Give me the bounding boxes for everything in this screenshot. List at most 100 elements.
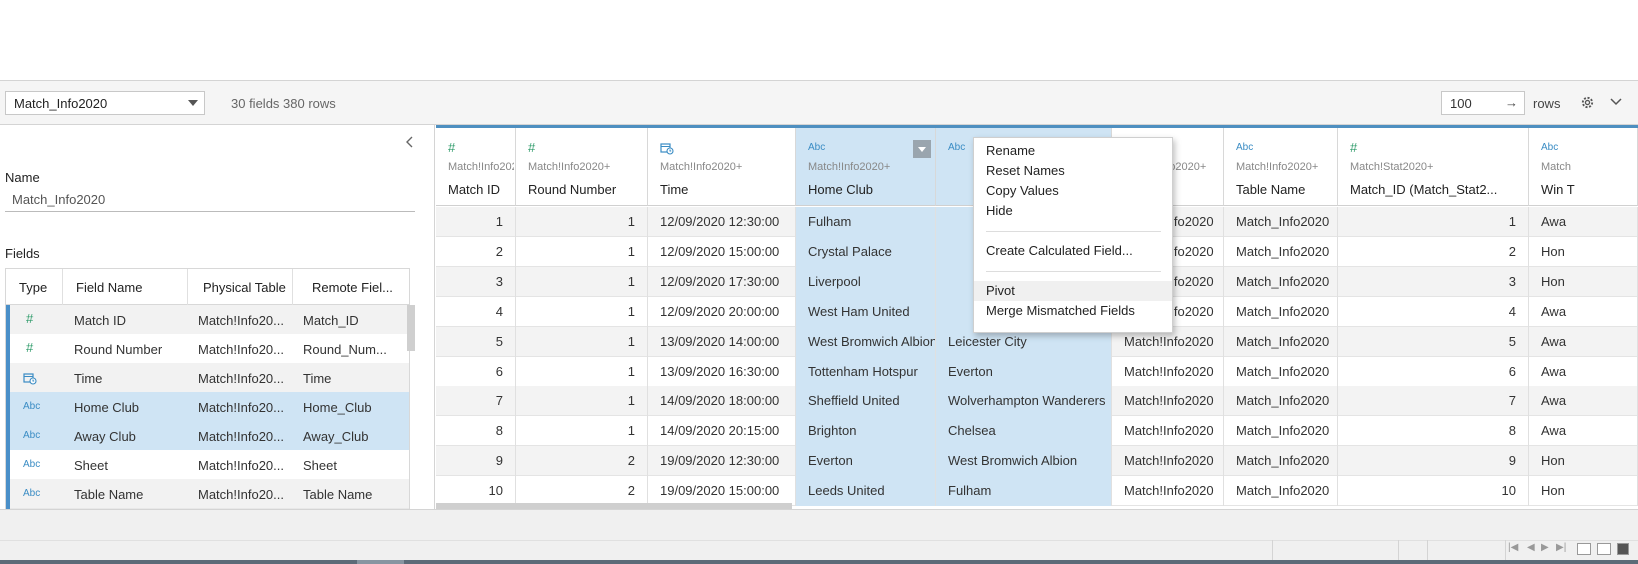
- status-area: [0, 509, 1638, 540]
- field-row[interactable]: # Round Number Match!Info20... Round_Num...: [6, 334, 409, 364]
- table-cell: 12/09/2020 20:00:00: [648, 296, 796, 327]
- field-row[interactable]: Abc Away Club Match!Info20... Away_Club: [6, 421, 409, 451]
- physical-table: Match!Info20...: [198, 342, 284, 357]
- fields-rows-summary: 30 fields 380 rows: [231, 96, 336, 111]
- table-cell: 14/09/2020 18:00:00: [648, 386, 796, 417]
- fields-table: Type Field Name Physical Table Remote Fi…: [5, 268, 410, 509]
- last-page-icon[interactable]: ▶|: [1556, 542, 1566, 553]
- status-divider: [1505, 540, 1506, 560]
- arrow-right-icon[interactable]: →: [1505, 95, 1518, 110]
- scrollbar-thumb[interactable]: [407, 305, 415, 351]
- table-cell: Hon: [1529, 476, 1638, 507]
- column-source: Match!Info2020+: [1236, 161, 1319, 173]
- column-header[interactable]: # Match!Stat2020+ Match_ID (Match_Stat2...: [1338, 128, 1529, 206]
- chevron-left-icon[interactable]: [406, 135, 414, 151]
- column-menu-button[interactable]: [913, 140, 931, 158]
- table-cell: Crystal Palace: [796, 236, 936, 267]
- menu-item-pivot[interactable]: Pivot: [974, 281, 1172, 301]
- table-cell: West Ham United: [796, 296, 936, 327]
- column-name: Table Name: [1236, 182, 1306, 197]
- table-cell: 19/09/2020 12:30:00: [648, 446, 796, 477]
- field-name: Home Club: [74, 400, 140, 415]
- physical-table: Match!Info20...: [198, 458, 284, 473]
- column-header[interactable]: # Match!Info202... Match ID: [436, 128, 516, 206]
- table-select-value: Match_Info2020: [14, 95, 108, 111]
- name-field[interactable]: Match_Info2020: [5, 188, 415, 212]
- table-row[interactable]: 7 1 14/09/2020 18:00:00 Sheffield United Wol…: [436, 386, 1638, 417]
- column-header-type[interactable]: Type: [19, 280, 47, 295]
- table-cell: Match_Info2020: [1224, 266, 1338, 297]
- table-cell: Fulham: [796, 207, 936, 237]
- table-cell: 1: [516, 296, 648, 327]
- column-name: Match_ID (Match_Stat2...: [1350, 182, 1498, 197]
- prev-page-icon[interactable]: ◀: [1527, 542, 1535, 553]
- table-cell: Match_Info2020: [1224, 476, 1338, 507]
- table-select[interactable]: Match_Info2020: [5, 91, 205, 115]
- menu-item-copy-values[interactable]: Copy Values: [974, 181, 1172, 201]
- column-name: Win T: [1541, 182, 1575, 197]
- field-row[interactable]: Abc Home Club Match!Info20... Home_Club: [6, 392, 409, 422]
- string-type-icon: Abc: [23, 459, 41, 470]
- list-view-icon[interactable]: [1597, 543, 1611, 555]
- string-type-icon: Abc: [23, 401, 41, 412]
- status-divider: [1427, 540, 1428, 560]
- field-row[interactable]: Abc Sheet Match!Info20... Sheet: [6, 450, 409, 480]
- rows-label: rows: [1533, 96, 1561, 111]
- table-cell: Match!Info2020: [1112, 356, 1224, 387]
- field-row[interactable]: # Match ID Match!Info20... Match_ID: [6, 305, 409, 335]
- table-cell: 2: [516, 476, 648, 507]
- table-cell: 1: [516, 416, 648, 447]
- data-source-page: Match_Info2020 30 fields 380 rows 100 → …: [0, 0, 1638, 564]
- table-cell: Chelsea: [936, 416, 1112, 447]
- sheet-view-icon[interactable]: [1617, 543, 1629, 555]
- column-header[interactable]: Match!Info2020+ Time: [648, 128, 796, 206]
- table-row[interactable]: 10 2 19/09/2020 15:00:00 Leeds United Fulham…: [436, 476, 1638, 507]
- menu-item-rename[interactable]: Rename: [974, 141, 1172, 161]
- table-cell: 12/09/2020 12:30:00: [648, 207, 796, 237]
- menu-item-reset-names[interactable]: Reset Names: [974, 161, 1172, 181]
- table-cell: 6: [436, 356, 516, 387]
- table-cell: 1: [436, 207, 516, 237]
- field-row[interactable]: Time Match!Info20... Time: [6, 363, 409, 393]
- column-header-physical-table[interactable]: Physical Table: [203, 280, 286, 295]
- table-row[interactable]: 9 2 19/09/2020 12:30:00 Everton West Bromwic…: [436, 446, 1638, 477]
- table-cell: Match_Info2020: [1224, 296, 1338, 327]
- status-bar: [0, 540, 1638, 560]
- table-cell: 14/09/2020 20:15:00: [648, 416, 796, 447]
- column-header[interactable]: Abc Match!Info2020+ Table Name: [1224, 128, 1338, 206]
- table-cell: 1: [1338, 207, 1529, 237]
- table-cell: West Bromwich Albion: [936, 446, 1112, 477]
- next-page-icon[interactable]: ▶: [1541, 542, 1549, 553]
- table-cell: Match!Info2020: [1112, 476, 1224, 507]
- column-header-field-name[interactable]: Field Name: [76, 280, 142, 295]
- rows-input[interactable]: 100 →: [1441, 91, 1525, 115]
- table-cell: 10: [1338, 476, 1529, 507]
- field-row[interactable]: Abc Table Name Match!Info20... Table Name: [6, 479, 409, 509]
- row-marker: [6, 421, 10, 451]
- table-cell: 7: [1338, 386, 1529, 417]
- column-header[interactable]: Abc Match!Info2020+ Home Club: [796, 128, 936, 206]
- first-page-icon[interactable]: |◀: [1508, 542, 1518, 553]
- table-row[interactable]: 8 1 14/09/2020 20:15:00 Brighton Chelsea Matc…: [436, 416, 1638, 447]
- date-time-icon: [660, 142, 674, 158]
- sheet-tab[interactable]: [357, 560, 404, 564]
- chevron-down-icon[interactable]: [1606, 92, 1626, 112]
- menu-item-merge-mismatched-fields[interactable]: Merge Mismatched Fields: [974, 301, 1172, 321]
- table-cell: 8: [436, 416, 516, 447]
- menu-item-hide[interactable]: Hide: [974, 201, 1172, 221]
- column-header[interactable]: Abc Match Win T: [1529, 128, 1638, 206]
- column-header-remote-field[interactable]: Remote Fiel...: [312, 280, 393, 295]
- table-cell: 12/09/2020 17:30:00: [648, 266, 796, 297]
- grid-view-icon[interactable]: [1577, 543, 1591, 555]
- column-source: Match!Info2020+: [528, 161, 611, 173]
- table-cell: Awa: [1529, 416, 1638, 447]
- table-row[interactable]: 6 1 13/09/2020 16:30:00 Tottenham Hotspur Ev…: [436, 356, 1638, 387]
- table-cell: Hon: [1529, 266, 1638, 297]
- menu-item-create-calculated-field[interactable]: Create Calculated Field...: [974, 241, 1172, 261]
- gear-icon[interactable]: [1577, 92, 1597, 112]
- table-cell: 1: [516, 266, 648, 297]
- table-cell: Awa: [1529, 356, 1638, 387]
- name-label: Name: [5, 170, 40, 185]
- string-type-icon: Abc: [1236, 142, 1254, 153]
- column-header[interactable]: # Match!Info2020+ Round Number: [516, 128, 648, 206]
